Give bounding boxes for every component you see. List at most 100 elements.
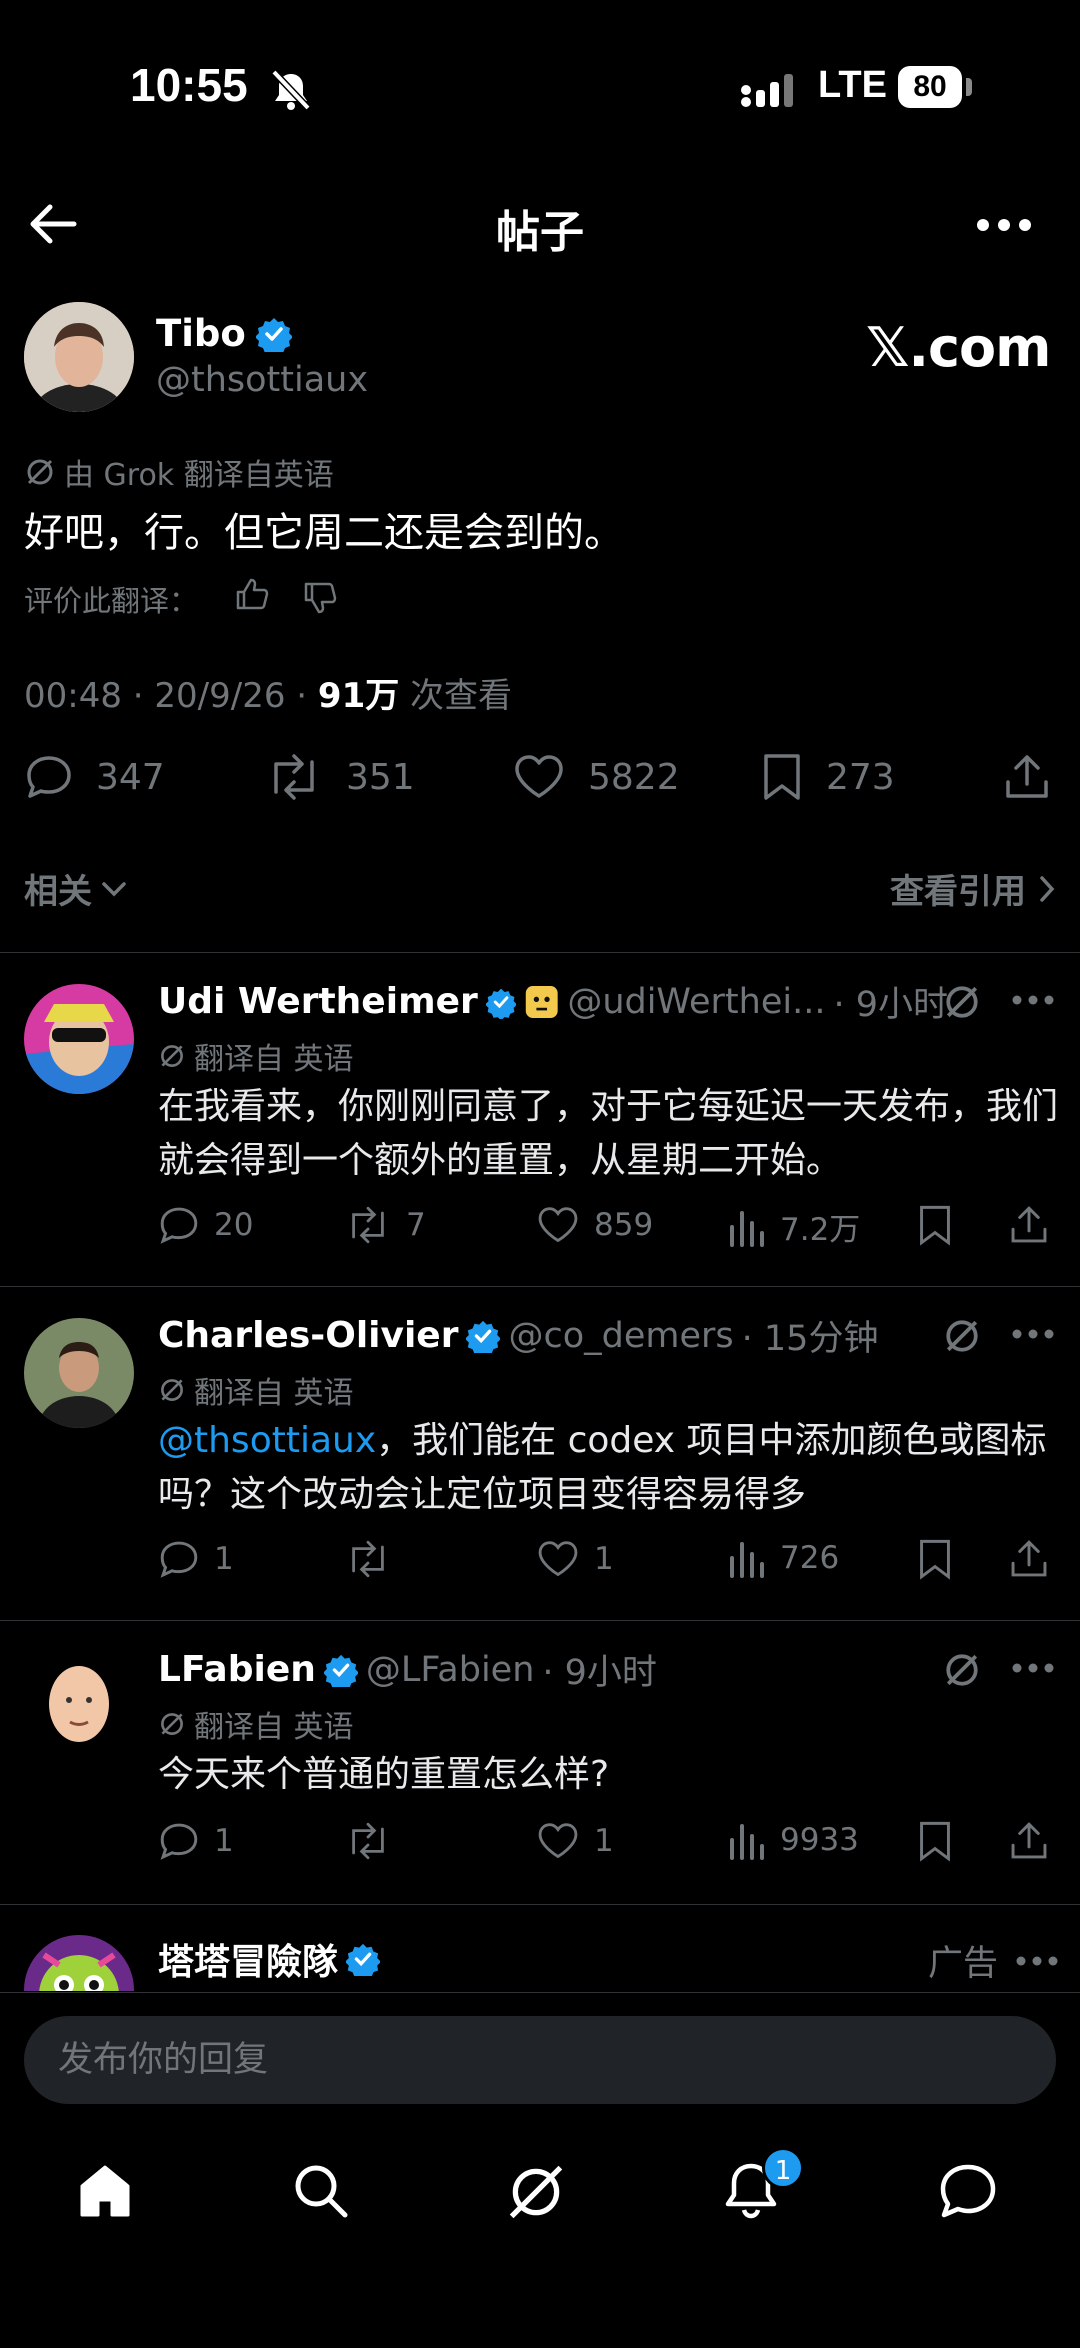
repost-action[interactable] bbox=[344, 1820, 406, 1862]
reply-icon bbox=[160, 1541, 198, 1578]
like-action[interactable]: 1 bbox=[536, 1538, 614, 1580]
battery-level: 80 bbox=[898, 66, 962, 108]
related-dropdown[interactable]: 相关 bbox=[24, 864, 128, 913]
share-icon[interactable] bbox=[1008, 1204, 1050, 1246]
bookmark-icon[interactable] bbox=[916, 1204, 954, 1246]
reply-action[interactable]: 1 bbox=[158, 1538, 234, 1580]
translation-note: 翻译自 英语 bbox=[194, 1042, 354, 1077]
grok-icon bbox=[161, 1713, 183, 1735]
chevron-right-icon bbox=[1040, 875, 1055, 902]
like-action[interactable]: 1 bbox=[536, 1820, 614, 1862]
divider bbox=[0, 1620, 1080, 1621]
bookmark-action[interactable]: 273 bbox=[760, 752, 895, 802]
mention-link[interactable]: @thsottiaux bbox=[158, 1420, 376, 1461]
verified-badge-icon bbox=[466, 1320, 501, 1353]
like-action[interactable]: 859 bbox=[536, 1204, 653, 1246]
ad-label: 广告 bbox=[928, 1944, 999, 1984]
reply-time: · 9小时 bbox=[833, 985, 948, 1025]
reply-author-name[interactable]: LFabien bbox=[158, 1649, 316, 1690]
views-action[interactable]: 7.2万 bbox=[728, 1204, 860, 1249]
notification-badge: 1 bbox=[762, 2147, 804, 2189]
author-name-row[interactable]: Tibo bbox=[156, 312, 292, 355]
reply-icon bbox=[160, 1207, 198, 1244]
reply-avatar[interactable] bbox=[24, 984, 134, 1094]
x-com-brand: 𝕏.com bbox=[866, 316, 1051, 379]
repost-count: 351 bbox=[346, 756, 415, 798]
more-options-icon[interactable] bbox=[1012, 994, 1054, 1006]
views-label: 次查看 bbox=[399, 676, 513, 716]
reply-action[interactable]: 1 bbox=[158, 1820, 234, 1862]
repost-icon bbox=[274, 754, 314, 800]
messages-icon[interactable] bbox=[938, 2162, 998, 2220]
reply-header[interactable]: LFabien @LFabien · 9小时 bbox=[158, 1644, 948, 1695]
verified-badge-icon bbox=[485, 988, 516, 1019]
divider bbox=[0, 1286, 1080, 1287]
views-count: 9933 bbox=[780, 1822, 859, 1858]
bookmark-icon[interactable] bbox=[916, 1538, 954, 1580]
heart-icon bbox=[538, 1823, 578, 1859]
grok-icon bbox=[27, 459, 53, 485]
search-icon[interactable] bbox=[292, 2162, 350, 2220]
home-icon[interactable] bbox=[76, 2162, 134, 2220]
status-time: 10:55 bbox=[130, 59, 248, 111]
reply-author-name[interactable]: Udi Wertheimer bbox=[158, 981, 478, 1022]
verified-badge-icon bbox=[346, 1943, 381, 1976]
repost-action[interactable]: 7 bbox=[344, 1204, 426, 1246]
reply-action[interactable]: 347 bbox=[24, 752, 165, 802]
divider bbox=[0, 1992, 1080, 1993]
reply-icon bbox=[160, 1823, 198, 1860]
reply-author-handle[interactable]: @co_demers bbox=[508, 1316, 733, 1356]
thumbs-up-icon[interactable] bbox=[234, 576, 270, 612]
bookmark-icon[interactable] bbox=[916, 1820, 954, 1862]
author-name[interactable]: Tibo bbox=[156, 312, 246, 355]
reply-author-name[interactable]: Charles-Olivier bbox=[158, 1315, 458, 1356]
reply-text: 今天来个普通的重置怎么样? bbox=[158, 1754, 610, 1795]
author-avatar[interactable] bbox=[24, 302, 134, 412]
ad-header[interactable]: 塔塔冒險隊 bbox=[158, 1933, 381, 1985]
reply-composer[interactable] bbox=[24, 2016, 1056, 2104]
more-options-icon[interactable] bbox=[1012, 1662, 1054, 1674]
ad-post[interactable]: 塔塔冒險隊 广告 bbox=[0, 1905, 1080, 1991]
grok-icon[interactable] bbox=[942, 982, 982, 1022]
rate-translation-label: 评价此翻译： bbox=[24, 584, 199, 618]
reply-input[interactable] bbox=[24, 2016, 1056, 2104]
share-icon[interactable] bbox=[1002, 752, 1052, 802]
signal-icon bbox=[741, 74, 793, 107]
reply-action[interactable]: 20 bbox=[158, 1204, 253, 1246]
battery-tip bbox=[966, 78, 972, 96]
reply-avatar[interactable] bbox=[24, 1318, 134, 1428]
reply-count: 347 bbox=[96, 756, 165, 798]
grok-icon[interactable] bbox=[942, 1650, 982, 1690]
verified-badge-icon bbox=[323, 1654, 358, 1687]
more-options-icon[interactable] bbox=[1012, 1328, 1054, 1340]
repost-icon bbox=[352, 1822, 384, 1860]
ad-avatar[interactable] bbox=[24, 1935, 134, 1991]
translation-note-row: 由 Grok 翻译自英语 bbox=[24, 450, 334, 494]
share-icon[interactable] bbox=[1008, 1538, 1050, 1580]
reply-author-handle[interactable]: @udiWerthei... bbox=[567, 982, 825, 1022]
reply-time: · 9小时 bbox=[542, 1653, 657, 1693]
reply-header[interactable]: Charles-Olivier @co_demers · 15分钟 bbox=[158, 1310, 948, 1361]
thumbs-down-icon[interactable] bbox=[302, 580, 338, 616]
grok-icon[interactable] bbox=[506, 2162, 566, 2222]
reply-header[interactable]: Udi Wertheimer @udiWerthei... · 9小时 bbox=[158, 976, 948, 1027]
reply-avatar[interactable] bbox=[24, 1652, 134, 1762]
repost-action[interactable]: 351 bbox=[264, 752, 415, 802]
share-icon[interactable] bbox=[1008, 1820, 1050, 1862]
views-action[interactable]: 9933 bbox=[728, 1820, 859, 1860]
ad-author-name[interactable]: 塔塔冒險隊 bbox=[158, 1933, 338, 1985]
repost-action[interactable] bbox=[344, 1538, 406, 1580]
like-action[interactable]: 5822 bbox=[512, 752, 680, 802]
heart-icon bbox=[538, 1541, 578, 1577]
more-options-icon[interactable] bbox=[976, 218, 1032, 232]
post-meta: 00:48 · 20/9/26 · 91万 次查看 bbox=[24, 668, 512, 717]
grok-icon[interactable] bbox=[942, 1316, 982, 1356]
grok-icon bbox=[161, 1379, 183, 1401]
view-quotes-link[interactable]: 查看引用 bbox=[890, 864, 1056, 913]
affiliate-emoji-icon bbox=[525, 985, 558, 1018]
views-chart-icon bbox=[730, 1542, 764, 1578]
more-options-icon[interactable] bbox=[1016, 1955, 1058, 1967]
author-handle[interactable]: @thsottiaux bbox=[156, 360, 368, 400]
reply-author-handle[interactable]: @LFabien bbox=[366, 1650, 535, 1690]
views-action[interactable]: 726 bbox=[728, 1538, 839, 1578]
